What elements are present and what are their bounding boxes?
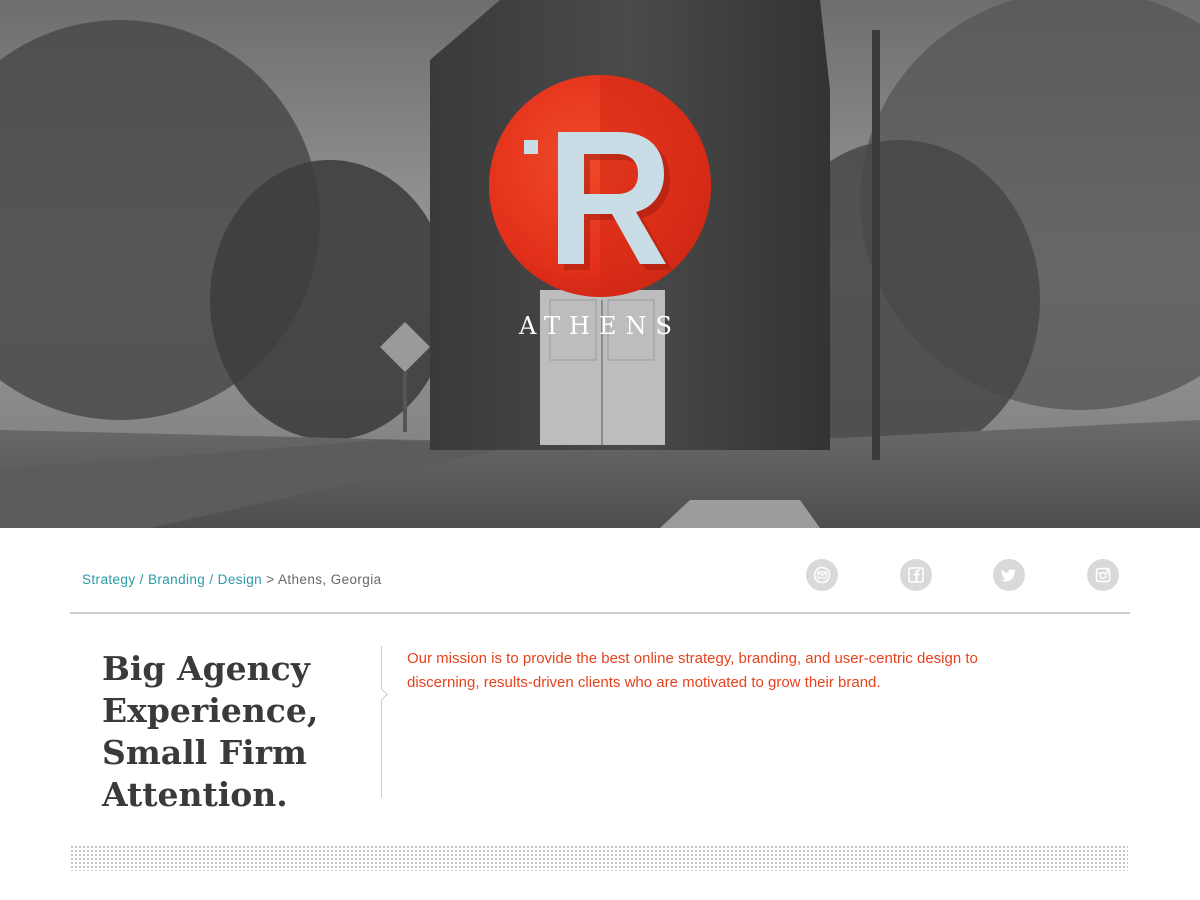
breadcrumb-link-strategy[interactable]: Strategy <box>82 572 135 587</box>
hero-banner: ATHENS <box>0 0 1200 528</box>
instagram-button[interactable] <box>1087 559 1119 591</box>
headline-line: Small Firm <box>102 733 307 772</box>
breadcrumb-arrow: > <box>266 572 275 587</box>
breadcrumb-link-design[interactable]: Design <box>218 572 262 587</box>
breadcrumb-location: Athens, Georgia <box>277 572 382 587</box>
headline-line: Big Agency <box>102 649 310 688</box>
twitter-icon <box>1001 569 1016 582</box>
headline-line: Experience, <box>102 691 319 730</box>
breadcrumb: Strategy / Branding / Design > Athens, G… <box>82 572 382 587</box>
info-bar: Strategy / Branding / Design > Athens, G… <box>70 528 1130 614</box>
dotted-footer-band <box>70 845 1128 871</box>
instagram-icon <box>1095 567 1111 583</box>
email-button[interactable] <box>806 559 838 591</box>
breadcrumb-separator: / <box>209 572 214 587</box>
twitter-button[interactable] <box>993 559 1025 591</box>
breadcrumb-separator: / <box>139 572 144 587</box>
facebook-button[interactable] <box>900 559 932 591</box>
breadcrumb-link-branding[interactable]: Branding <box>148 572 205 587</box>
mission-statement: Our mission is to provide the best onlin… <box>407 650 978 691</box>
logo-r-emblem <box>489 75 711 297</box>
content-section: Big Agency Experience, Small Firm Attent… <box>70 614 1130 844</box>
headline: Big Agency Experience, Small Firm Attent… <box>102 648 362 816</box>
headline-line: Attention. <box>102 775 288 814</box>
vertical-divider <box>381 646 382 798</box>
agency-logo[interactable] <box>488 74 712 298</box>
logo-wordmark: ATHENS <box>519 312 681 340</box>
facebook-icon <box>908 567 924 583</box>
mail-icon <box>813 566 831 584</box>
divider-notch <box>375 688 388 701</box>
